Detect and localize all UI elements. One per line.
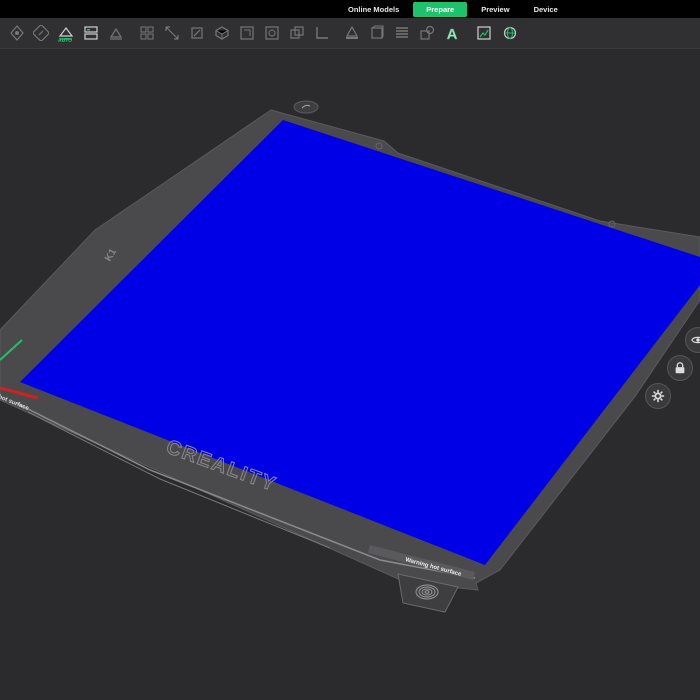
tab-preview[interactable]: Preview (469, 2, 521, 17)
mirror-icon[interactable] (238, 24, 256, 42)
main-toolbar: AUTO A (0, 18, 700, 49)
emboss-icon[interactable] (368, 24, 386, 42)
orient-icon[interactable] (32, 24, 50, 42)
cut-icon[interactable] (213, 24, 231, 42)
3d-viewport[interactable]: K1 hot surface CREALITY Warning hot surf… (0, 49, 700, 700)
build-surface[interactable] (20, 120, 700, 565)
variable-layer-icon[interactable] (393, 24, 411, 42)
tab-prepare[interactable]: Prepare (413, 1, 468, 17)
mode-tabs: Online Models Prepare Preview Device (336, 1, 570, 17)
split-icon[interactable] (138, 24, 156, 42)
tab-device[interactable]: Device (522, 2, 570, 17)
add-object-icon[interactable] (8, 24, 26, 42)
rotate-icon[interactable] (188, 24, 206, 42)
layflat-icon[interactable] (107, 24, 125, 42)
arrange-icon[interactable] (82, 24, 100, 42)
support-icon[interactable] (263, 24, 281, 42)
tab-online-models[interactable]: Online Models (336, 2, 411, 17)
measure-icon[interactable] (343, 24, 361, 42)
top-bar: Online Models Prepare Preview Device (0, 0, 700, 18)
bed-top-notch (293, 100, 319, 114)
view-options-icon[interactable] (475, 24, 493, 42)
text-icon[interactable]: A (443, 24, 461, 42)
seam-icon[interactable] (288, 24, 306, 42)
boolean-icon[interactable] (418, 24, 436, 42)
lock-icon[interactable] (667, 355, 693, 381)
gear-icon[interactable] (645, 383, 671, 409)
network-icon[interactable] (501, 24, 519, 42)
auto-orient-icon[interactable] (57, 24, 75, 42)
assemble-icon[interactable] (313, 24, 331, 42)
svg-text:A: A (447, 26, 458, 41)
scale-icon[interactable] (163, 24, 181, 42)
